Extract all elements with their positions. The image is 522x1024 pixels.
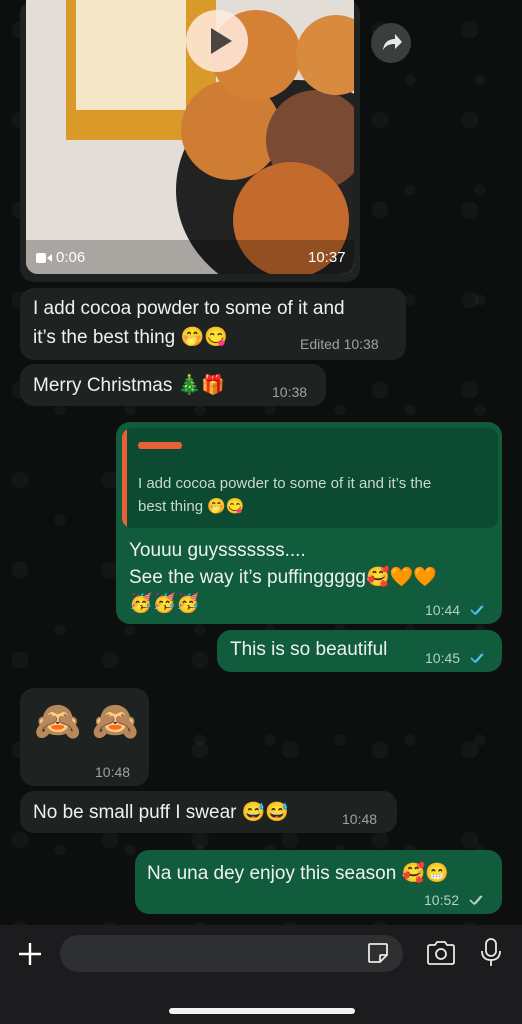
message-text: I add cocoa powder to some of it and: [33, 298, 345, 319]
outgoing-message[interactable]: This is so beautiful 10:45: [217, 630, 502, 672]
message-time: 10:48: [342, 811, 378, 827]
video-time: 10:37: [308, 249, 346, 266]
double-check-icon: [469, 895, 483, 906]
microphone-icon[interactable]: [479, 937, 503, 969]
reply-quote-author: [138, 442, 182, 449]
video-message[interactable]: 0:06 10:37: [20, 0, 360, 282]
message-text-line2: See the way it’s puffinggggg🥰🧡🧡: [129, 567, 437, 588]
message-time: Edited 10:38: [300, 336, 379, 352]
play-button[interactable]: [186, 10, 248, 72]
message-time: 10:44: [425, 602, 461, 618]
message-text: This is so beautiful: [230, 639, 388, 660]
incoming-message[interactable]: I add cocoa powder to some of it and it’…: [20, 288, 406, 360]
video-duration: 0:06: [56, 249, 86, 266]
outgoing-message[interactable]: I add cocoa powder to some of it and it’…: [116, 422, 502, 624]
message-time: 10:52: [424, 892, 460, 908]
message-text: Na una dey enjoy this season 🥰😁: [147, 863, 449, 884]
play-icon: [211, 28, 232, 54]
reply-quote[interactable]: I add cocoa powder to some of it and it’…: [122, 428, 498, 528]
message-text: No be small puff I swear 😅😅: [33, 802, 290, 823]
plus-icon[interactable]: [17, 941, 43, 967]
incoming-message[interactable]: 🙈 🙈 10:48: [20, 688, 149, 786]
message-time: 10:48: [95, 764, 131, 780]
sticker-icon[interactable]: [366, 941, 390, 965]
message-text-line3: 🥳🥳🥳: [129, 593, 200, 614]
message-text: Merry Christmas 🎄🎁: [33, 375, 225, 396]
message-input[interactable]: [60, 935, 403, 972]
reply-quote-text-line2: best thing 🤭😋: [138, 498, 245, 515]
forward-button[interactable]: [371, 23, 411, 63]
incoming-message[interactable]: Merry Christmas 🎄🎁 10:38: [20, 364, 326, 406]
message-time: 10:45: [425, 650, 461, 666]
double-check-icon: [470, 605, 484, 616]
double-check-icon: [470, 653, 484, 664]
message-time: 10:38: [272, 384, 308, 400]
camera-icon[interactable]: [425, 939, 457, 967]
video-thumbnail[interactable]: 0:06 10:37: [26, 0, 354, 274]
forward-icon: [383, 34, 402, 50]
message-text-line2: it’s the best thing 🤭😋: [33, 327, 228, 348]
message-emoji: 🙈 🙈: [34, 701, 140, 743]
outgoing-message[interactable]: Na una dey enjoy this season 🥰😁 10:52: [135, 850, 502, 914]
home-indicator: [169, 1008, 355, 1014]
message-text: Youuu guysssssss....: [129, 540, 306, 561]
reply-quote-text: I add cocoa powder to some of it and it’…: [138, 475, 432, 492]
reply-quote-bar: [122, 428, 127, 528]
video-camera-icon: [36, 253, 52, 263]
incoming-message[interactable]: No be small puff I swear 😅😅 10:48: [20, 791, 397, 833]
